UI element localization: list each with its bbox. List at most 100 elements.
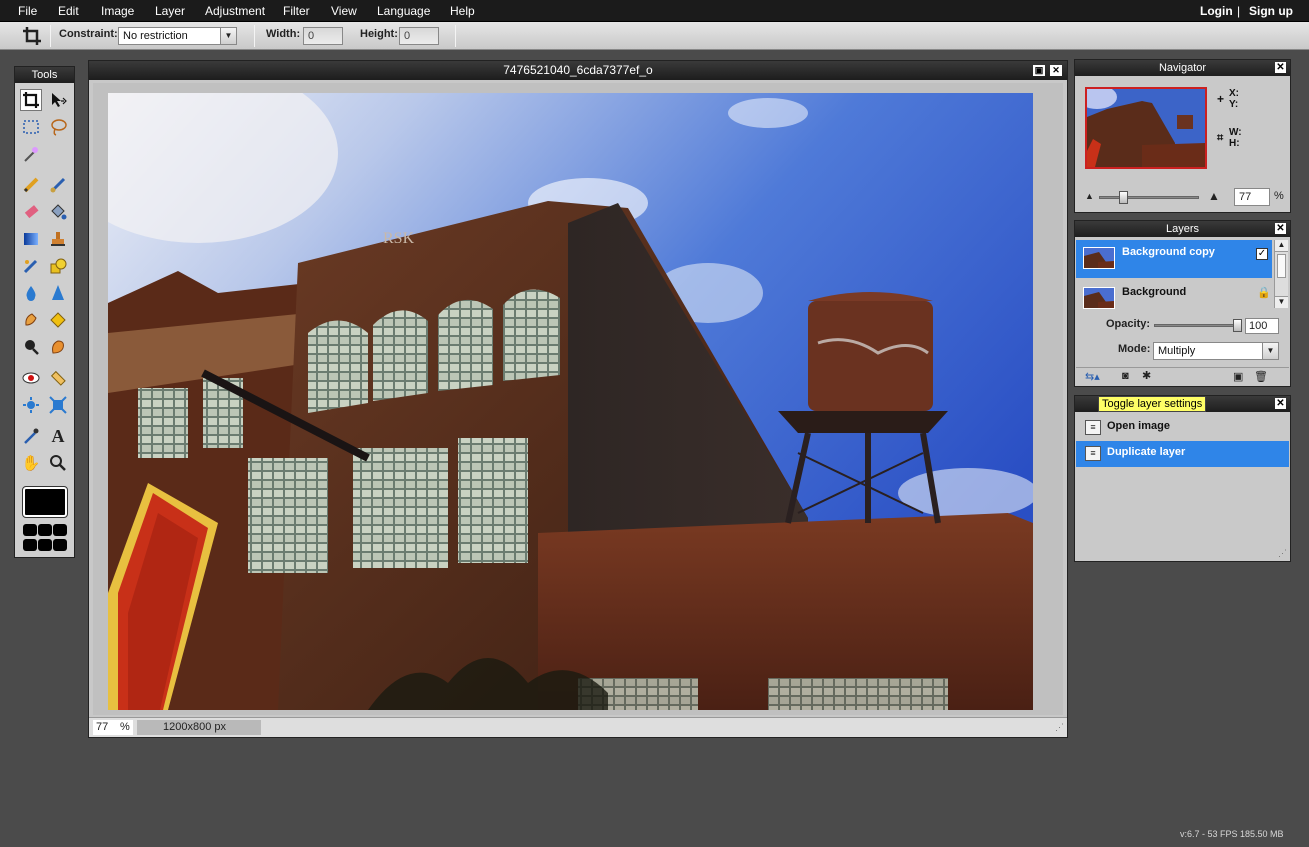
stamp-icon[interactable] bbox=[47, 228, 69, 250]
layer-row[interactable]: Background 🔒 bbox=[1076, 280, 1272, 318]
zoom-icon[interactable] bbox=[47, 452, 69, 474]
opacity-label: Opacity: bbox=[1106, 318, 1151, 330]
menu-filter[interactable]: Filter bbox=[283, 4, 310, 18]
close-icon[interactable]: ✕ bbox=[1050, 65, 1062, 76]
close-icon[interactable]: ✕ bbox=[1275, 62, 1286, 73]
layers-scrollbar[interactable]: ▲ ▼ bbox=[1274, 240, 1288, 308]
swatch-slot[interactable] bbox=[38, 539, 52, 551]
layer-row[interactable]: Background copy ✓ bbox=[1076, 240, 1272, 278]
tools-panel: Tools A ✋ bbox=[14, 66, 75, 558]
gradient-icon[interactable] bbox=[20, 228, 42, 250]
history-step-icon: ≡ bbox=[1085, 446, 1101, 461]
marquee-icon[interactable] bbox=[20, 116, 42, 138]
menu-image[interactable]: Image bbox=[101, 4, 134, 18]
zoom-in-icon[interactable]: ▲ bbox=[1208, 189, 1220, 203]
h-label: H: bbox=[1229, 138, 1240, 149]
layer-visibility-checkbox[interactable]: ✓ bbox=[1256, 248, 1268, 260]
swatch-slot[interactable] bbox=[23, 524, 37, 536]
foreground-color-swatch[interactable] bbox=[22, 486, 68, 518]
lock-icon: 🔒 bbox=[1257, 287, 1271, 299]
zoom-slider[interactable] bbox=[1099, 191, 1199, 204]
shape-icon[interactable] bbox=[47, 255, 69, 277]
menu-edit[interactable]: Edit bbox=[58, 4, 79, 18]
brush-icon[interactable] bbox=[47, 174, 69, 196]
menu-adjustment[interactable]: Adjustment bbox=[205, 4, 265, 18]
swatch-slot[interactable] bbox=[53, 539, 67, 551]
opacity-input[interactable]: 100 bbox=[1245, 318, 1279, 334]
navigator-zoom-input[interactable]: 77 bbox=[1234, 188, 1270, 206]
menu-help[interactable]: Help bbox=[450, 4, 475, 18]
pencil-icon[interactable] bbox=[20, 174, 42, 196]
w-label: W: bbox=[1229, 127, 1242, 138]
crop-icon[interactable] bbox=[20, 89, 42, 111]
burn-icon[interactable] bbox=[47, 336, 69, 358]
scroll-up-icon[interactable]: ▲ bbox=[1275, 240, 1288, 252]
fill-icon[interactable] bbox=[47, 201, 69, 223]
pinch-icon[interactable] bbox=[47, 394, 69, 416]
spot-heal-icon[interactable] bbox=[47, 367, 69, 389]
smudge-icon[interactable] bbox=[20, 309, 42, 331]
zoom-out-icon[interactable]: ▲ bbox=[1085, 191, 1094, 201]
menu-language[interactable]: Language bbox=[377, 4, 430, 18]
new-layer-icon[interactable]: ▣ bbox=[1233, 370, 1243, 383]
zoom-slider-handle[interactable] bbox=[1119, 191, 1128, 204]
menu-file[interactable]: File bbox=[18, 4, 37, 18]
constraint-label: Constraint: bbox=[59, 28, 118, 40]
move-icon[interactable] bbox=[47, 89, 69, 111]
menu-layer[interactable]: Layer bbox=[155, 4, 185, 18]
blur-icon[interactable] bbox=[20, 282, 42, 304]
history-item-label: Duplicate layer bbox=[1107, 446, 1186, 458]
resize-grip-icon[interactable]: ⋰ bbox=[1055, 722, 1064, 733]
swatch-slot[interactable] bbox=[38, 524, 52, 536]
history-item[interactable]: ≡ Open image bbox=[1076, 415, 1289, 441]
canvas-area[interactable]: RSK bbox=[93, 83, 1063, 715]
zoom-unit: % bbox=[120, 721, 130, 733]
layer-styles-icon[interactable]: ✱ bbox=[1142, 369, 1151, 382]
wand-icon[interactable] bbox=[20, 143, 42, 165]
scrollbar-thumb[interactable] bbox=[1277, 254, 1286, 278]
delete-layer-icon[interactable]: 🗑 bbox=[1254, 370, 1268, 383]
color-picker-icon[interactable] bbox=[20, 425, 42, 447]
bloat-icon[interactable] bbox=[20, 394, 42, 416]
swatch-slot[interactable] bbox=[23, 539, 37, 551]
constraint-value: No restriction bbox=[123, 30, 188, 42]
close-icon[interactable]: ✕ bbox=[1275, 398, 1286, 409]
version-status: v:6.7 - 53 FPS 185.50 MB bbox=[1180, 829, 1284, 839]
text-icon[interactable]: A bbox=[47, 425, 69, 447]
hand-icon[interactable]: ✋ bbox=[20, 452, 42, 474]
zoom-input[interactable]: 77 % bbox=[93, 720, 133, 735]
menu-view[interactable]: View bbox=[331, 4, 357, 18]
swatch-slot[interactable] bbox=[53, 524, 67, 536]
scroll-down-icon[interactable]: ▼ bbox=[1275, 296, 1288, 308]
layer-settings-icon[interactable]: ⇆▴ bbox=[1085, 370, 1100, 383]
lasso-icon[interactable] bbox=[47, 116, 69, 138]
resize-grip-icon[interactable]: ⋰ bbox=[1278, 548, 1287, 559]
layer-name: Background bbox=[1122, 286, 1187, 298]
navigator-thumbnail[interactable] bbox=[1085, 87, 1207, 169]
close-icon[interactable]: ✕ bbox=[1275, 223, 1286, 234]
tools-title: Tools bbox=[15, 67, 74, 83]
document-titlebar[interactable]: 7476521040_6cda7377ef_o ▣ ✕ bbox=[89, 61, 1067, 80]
replace-color-icon[interactable] bbox=[20, 255, 42, 277]
document-image[interactable]: RSK bbox=[108, 93, 1033, 710]
sharpen-icon[interactable] bbox=[47, 282, 69, 304]
maximize-icon[interactable]: ▣ bbox=[1033, 65, 1045, 76]
history-item-label: Open image bbox=[1107, 420, 1170, 432]
layers-title: Layers ✕ bbox=[1075, 221, 1290, 237]
layer-mask-icon[interactable]: ◙ bbox=[1122, 370, 1129, 382]
height-input[interactable]: 0 bbox=[399, 27, 439, 45]
width-input[interactable]: 0 bbox=[303, 27, 343, 45]
opacity-slider-handle[interactable] bbox=[1233, 319, 1242, 332]
login-link[interactable]: Login bbox=[1200, 4, 1233, 18]
red-eye-icon[interactable] bbox=[20, 367, 42, 389]
blend-mode-select[interactable]: Multiply ▼ bbox=[1153, 342, 1279, 360]
crosshair-icon: + bbox=[1217, 92, 1225, 106]
constraint-select[interactable]: No restriction ▼ bbox=[118, 27, 237, 45]
chevron-down-icon: ▼ bbox=[1262, 343, 1278, 359]
opacity-slider[interactable] bbox=[1154, 319, 1242, 332]
eraser-icon[interactable] bbox=[20, 201, 42, 223]
dodge-icon[interactable] bbox=[20, 336, 42, 358]
history-item[interactable]: ≡ Duplicate layer bbox=[1076, 441, 1289, 467]
signup-link[interactable]: Sign up bbox=[1249, 4, 1293, 18]
sponge-icon[interactable] bbox=[47, 309, 69, 331]
